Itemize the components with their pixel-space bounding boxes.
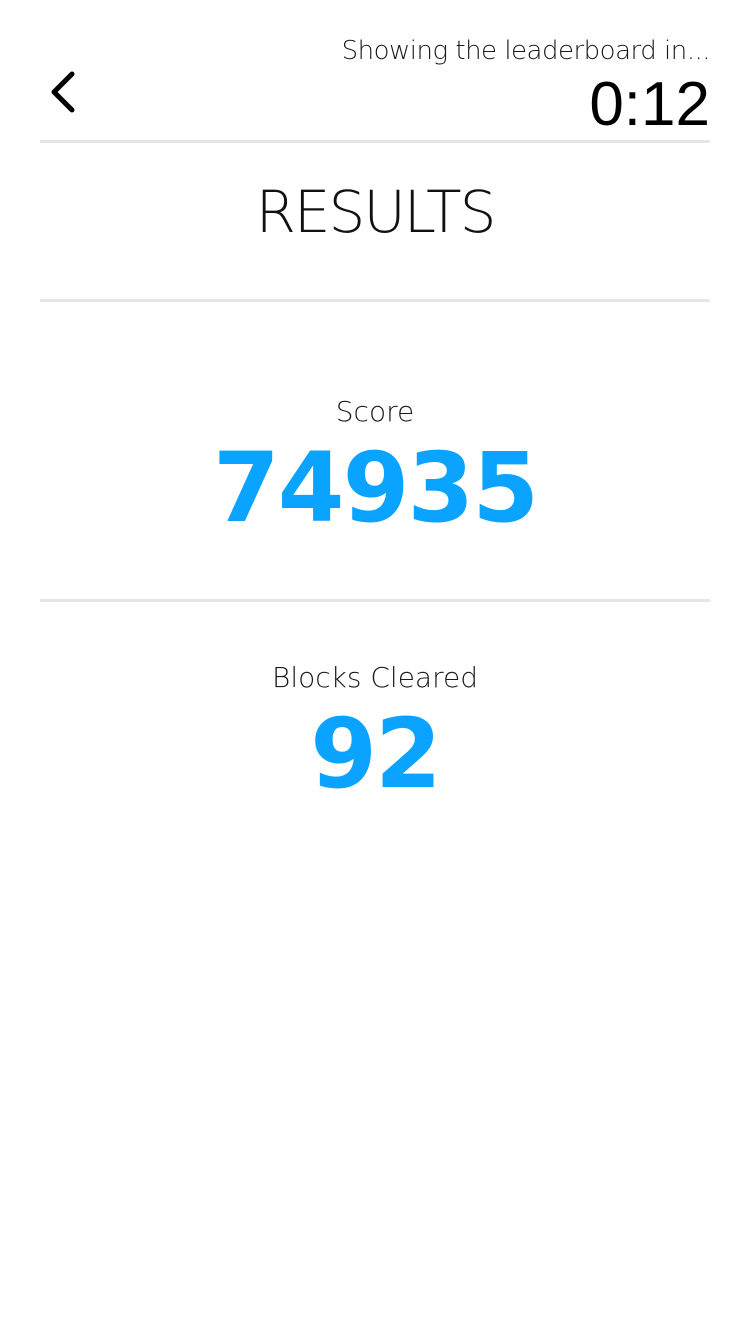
back-button[interactable]	[36, 60, 92, 124]
blocks-cleared-value: 92	[310, 698, 442, 810]
blocks-cleared-label: Blocks Cleared	[272, 661, 478, 694]
chevron-left-icon	[48, 70, 80, 114]
header-divider	[40, 140, 710, 143]
countdown-timer: 0:12	[589, 70, 710, 139]
title-divider	[40, 299, 710, 302]
score-label: Score	[335, 395, 415, 428]
page-title: RESULTS	[255, 178, 497, 246]
countdown-caption: Showing the leaderboard in...	[341, 36, 711, 66]
score-value: 74935	[213, 432, 539, 544]
stats-divider	[40, 599, 710, 602]
